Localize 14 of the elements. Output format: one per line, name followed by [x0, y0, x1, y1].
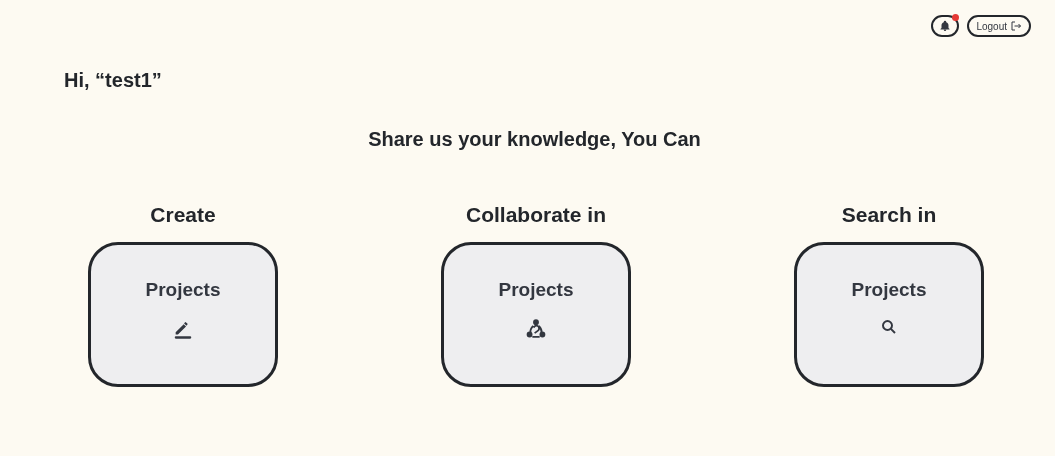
people-circle-icon: [525, 318, 547, 340]
logout-button[interactable]: Logout: [967, 15, 1031, 37]
projects-card[interactable]: Projects: [441, 242, 631, 387]
search-icon: [880, 318, 898, 336]
logout-icon: [1010, 20, 1022, 32]
projects-card[interactable]: Projects: [794, 242, 984, 387]
projects-card[interactable]: Projects: [88, 242, 278, 387]
section-heading: Create: [150, 202, 216, 228]
tagline: Share us your knowledge, You Can: [368, 127, 701, 152]
notification-button[interactable]: [931, 15, 960, 37]
section-heading: Collaborate in: [466, 202, 606, 228]
greeting: Hi, “test1”: [64, 68, 163, 93]
bell-icon: [939, 20, 952, 32]
section-heading: Search in: [841, 202, 937, 228]
